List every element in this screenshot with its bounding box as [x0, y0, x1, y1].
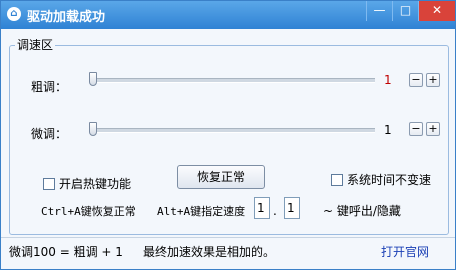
status-formula: 微调100 = 粗调 + 1 [9, 245, 123, 259]
fine-value: 1 [384, 123, 392, 137]
coarse-label: 粗调： [31, 80, 68, 94]
hotkey-checkbox[interactable] [43, 177, 55, 190]
restore-hotkey-hint: Ctrl+A键恢复正常 [41, 205, 136, 218]
close-button[interactable]: ✕ [418, 1, 455, 21]
toggle-hotkey-hint: ~ 键呼出/隐藏 [323, 204, 401, 218]
time-checkbox-label: 系统时间不变速 [347, 173, 432, 187]
speed-separator: . [273, 204, 277, 218]
fine-label: 微调： [31, 127, 68, 141]
title-bar[interactable]: ⌂ 驱动加载成功 — □ ✕ [1, 1, 455, 29]
speed-group-title: 调速区 [15, 36, 56, 53]
hotkey-checkbox-label: 开启热键功能 [59, 177, 132, 191]
time-checkbox[interactable] [331, 173, 343, 186]
speed-int-input[interactable]: 1 [254, 197, 270, 219]
hotkey-checkbox-row[interactable]: 开启热键功能 [43, 175, 131, 192]
fine-slider-track[interactable] [93, 128, 375, 133]
fine-plus-button[interactable]: + [426, 122, 440, 136]
app-window: ⌂ 驱动加载成功 — □ ✕ 调速区 粗调： 1 − + 微调： 1 − + 开… [0, 0, 456, 270]
official-site-link[interactable]: 打开官网 [381, 243, 429, 260]
speed-hotkey-hint: Alt+A键指定速度 [157, 205, 246, 218]
restore-button[interactable]: 恢复正常 [177, 165, 265, 189]
speed-frac-input[interactable]: 1 [284, 197, 300, 219]
window-title: 驱动加载成功 [27, 10, 106, 25]
coarse-slider-track[interactable] [93, 78, 375, 83]
maximize-button[interactable]: □ [392, 1, 418, 21]
coarse-slider-thumb[interactable] [89, 72, 97, 86]
status-note: 最终加速效果是相加的。 [143, 245, 276, 259]
fine-minus-button[interactable]: − [409, 122, 423, 136]
coarse-plus-button[interactable]: + [426, 73, 440, 87]
home-icon: ⌂ [7, 7, 21, 21]
fine-slider-thumb[interactable] [89, 122, 97, 136]
coarse-minus-button[interactable]: − [409, 73, 423, 87]
time-checkbox-row[interactable]: 系统时间不变速 [331, 171, 431, 188]
minimize-button[interactable]: — [366, 1, 392, 21]
coarse-value: 1 [384, 73, 392, 87]
